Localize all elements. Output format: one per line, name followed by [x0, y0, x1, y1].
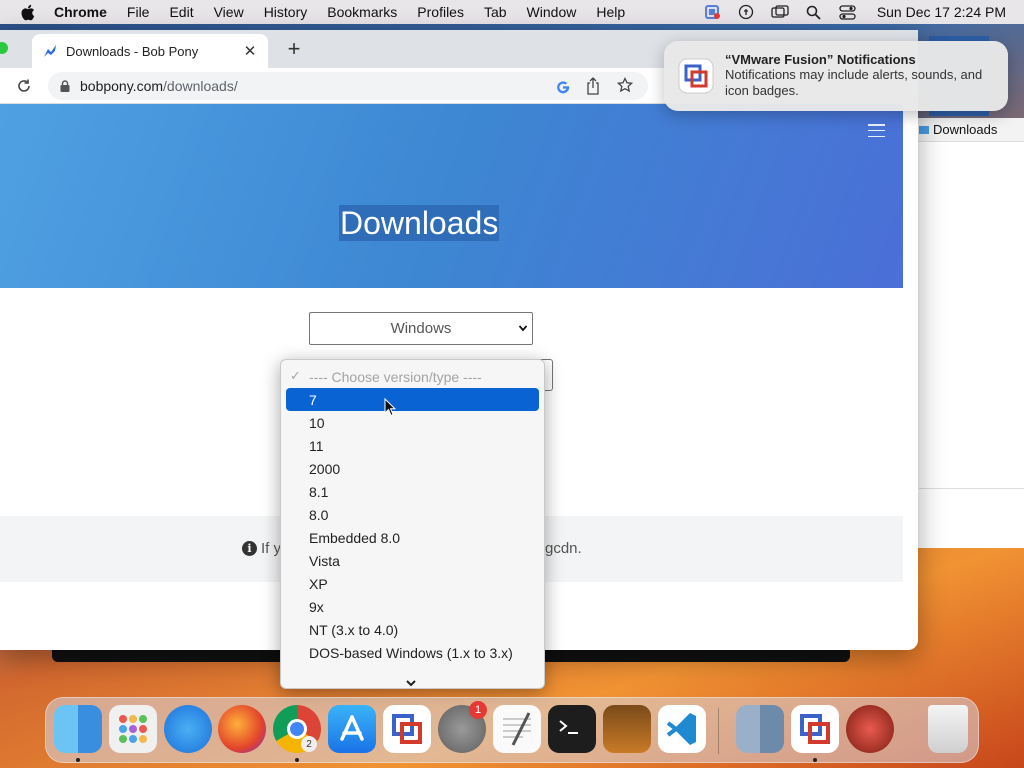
google-lens-icon[interactable] — [555, 78, 571, 94]
dropdown-placeholder-option[interactable]: ✓ ---- Choose version/type ---- — [286, 365, 539, 388]
notification-title: “VMware Fusion” Notifications — [725, 52, 916, 67]
address-bar[interactable]: bobpony.com/downloads/ — [48, 72, 648, 100]
firefox-icon[interactable] — [218, 705, 266, 753]
menu-bar-clock[interactable]: Sun Dec 17 2:24 PM — [877, 4, 1006, 20]
screen-mirroring-icon[interactable] — [771, 4, 789, 20]
menu-file[interactable]: File — [127, 4, 150, 20]
menu-view[interactable]: View — [214, 4, 244, 20]
hamburger-menu-icon[interactable] — [868, 124, 885, 137]
notification-body: Notifications may include alerts, sounds… — [725, 67, 983, 98]
background-window-divider — [919, 488, 1024, 489]
spotlight-search-icon[interactable] — [805, 4, 823, 20]
menu-window[interactable]: Window — [527, 4, 577, 20]
window-zoom-button[interactable] — [0, 42, 8, 54]
garageband-icon[interactable] — [603, 705, 651, 753]
vmware-fusion-icon — [678, 58, 714, 94]
system-settings-badge: 1 — [469, 701, 487, 719]
page-title: Downloads — [339, 205, 500, 241]
menu-tab[interactable]: Tab — [484, 4, 507, 20]
vmware-running-dot — [813, 758, 817, 762]
finder-folder-icon[interactable] — [736, 705, 784, 753]
tab-close-icon[interactable]: ✕ — [242, 42, 258, 60]
info-notice: i If y — [242, 540, 281, 557]
dropdown-placeholder-label: ---- Choose version/type ---- — [309, 368, 482, 385]
finder-icon[interactable] — [54, 705, 102, 753]
safari-icon[interactable] — [164, 705, 212, 753]
vmware-menu-icon[interactable] — [703, 4, 721, 20]
dropdown-option[interactable]: 2000 — [286, 457, 539, 480]
menu-profiles[interactable]: Profiles — [417, 4, 464, 20]
info-text-prefix: If y — [261, 540, 282, 557]
vmware-fusion-icon[interactable] — [383, 705, 431, 753]
reload-icon[interactable] — [14, 76, 34, 96]
dropdown-option[interactable]: Embedded 8.0 — [286, 526, 539, 549]
notification-content: “VMware Fusion” Notifications Notificati… — [725, 51, 985, 99]
menu-bar: Chrome File Edit View History Bookmarks … — [0, 0, 1024, 24]
chrome-profile-badge: 2 — [301, 736, 317, 752]
vscode-icon[interactable] — [658, 705, 706, 753]
version-dropdown-menu: ✓ ---- Choose version/type ---- 7 10 11 … — [280, 359, 545, 689]
new-tab-button[interactable]: + — [283, 38, 305, 60]
app-store-icon[interactable] — [328, 705, 376, 753]
control-center-icon[interactable] — [839, 4, 857, 20]
textedit-icon[interactable] — [493, 705, 541, 753]
menu-edit[interactable]: Edit — [169, 4, 193, 20]
dock-separator — [718, 708, 719, 754]
bobpony-favicon-icon — [42, 43, 58, 59]
os-select[interactable]: Windows — [309, 312, 533, 345]
os-select-value: Windows — [390, 320, 452, 337]
lock-icon[interactable] — [60, 80, 72, 92]
url-path: /downloads/ — [163, 78, 238, 94]
dropdown-option[interactable]: DOS-based Windows (1.x to 3.x) — [286, 641, 539, 664]
vmware-notification[interactable]: “VMware Fusion” Notifications Notificati… — [664, 41, 1008, 111]
finder-running-dot — [76, 758, 80, 762]
info-text-suffix: gcdn. — [545, 540, 582, 557]
chrome-running-dot — [295, 758, 299, 762]
menu-help[interactable]: Help — [596, 4, 625, 20]
terminal-icon[interactable] — [548, 705, 596, 753]
chevron-down-icon — [518, 321, 528, 335]
checkmark-icon: ✓ — [290, 368, 301, 383]
dropdown-option[interactable]: 11 — [286, 434, 539, 457]
dropdown-option[interactable]: 10 — [286, 411, 539, 434]
mouse-cursor-icon — [384, 397, 397, 417]
dropdown-option[interactable]: 7 — [286, 388, 539, 411]
dropdown-option[interactable]: 9x — [286, 595, 539, 618]
menu-bar-extras: Sun Dec 17 2:24 PM — [703, 0, 1006, 24]
launchpad-icon[interactable] — [109, 705, 157, 753]
vmware-fusion-running-icon[interactable] — [791, 705, 839, 753]
hero-banner: Downloads — [0, 104, 903, 288]
dropdown-option[interactable]: XP — [286, 572, 539, 595]
dropdown-option[interactable]: Vista — [286, 549, 539, 572]
apple-menu-icon[interactable] — [18, 4, 36, 20]
info-icon: i — [242, 541, 257, 556]
background-window-header: Downloads — [901, 118, 1024, 142]
tab-title: Downloads - Bob Pony — [66, 43, 199, 59]
background-window-title: Downloads — [933, 122, 998, 137]
folder-icon — [919, 122, 929, 137]
url-host: bobpony.com — [80, 78, 164, 94]
dropdown-option[interactable]: 8.0 — [286, 503, 539, 526]
trash-icon[interactable] — [928, 705, 968, 753]
dock: 2 1 — [45, 697, 979, 763]
bookmark-star-icon[interactable] — [616, 76, 635, 95]
tab-downloads[interactable]: Downloads - Bob Pony ✕ — [32, 34, 268, 68]
dropdown-option[interactable]: NT (3.x to 4.0) — [286, 618, 539, 641]
menu-bookmarks[interactable]: Bookmarks — [327, 4, 397, 20]
accessibility-icon[interactable] — [737, 4, 755, 20]
menu-history[interactable]: History — [264, 4, 308, 20]
share-icon[interactable] — [586, 77, 602, 95]
background-finder-window[interactable]: Downloads — [900, 36, 1024, 548]
menu-app-name[interactable]: Chrome — [54, 4, 107, 20]
network-utility-icon[interactable] — [846, 705, 894, 753]
dropdown-option[interactable]: 8.1 — [286, 480, 539, 503]
scroll-more-chevron-icon[interactable] — [405, 674, 417, 687]
